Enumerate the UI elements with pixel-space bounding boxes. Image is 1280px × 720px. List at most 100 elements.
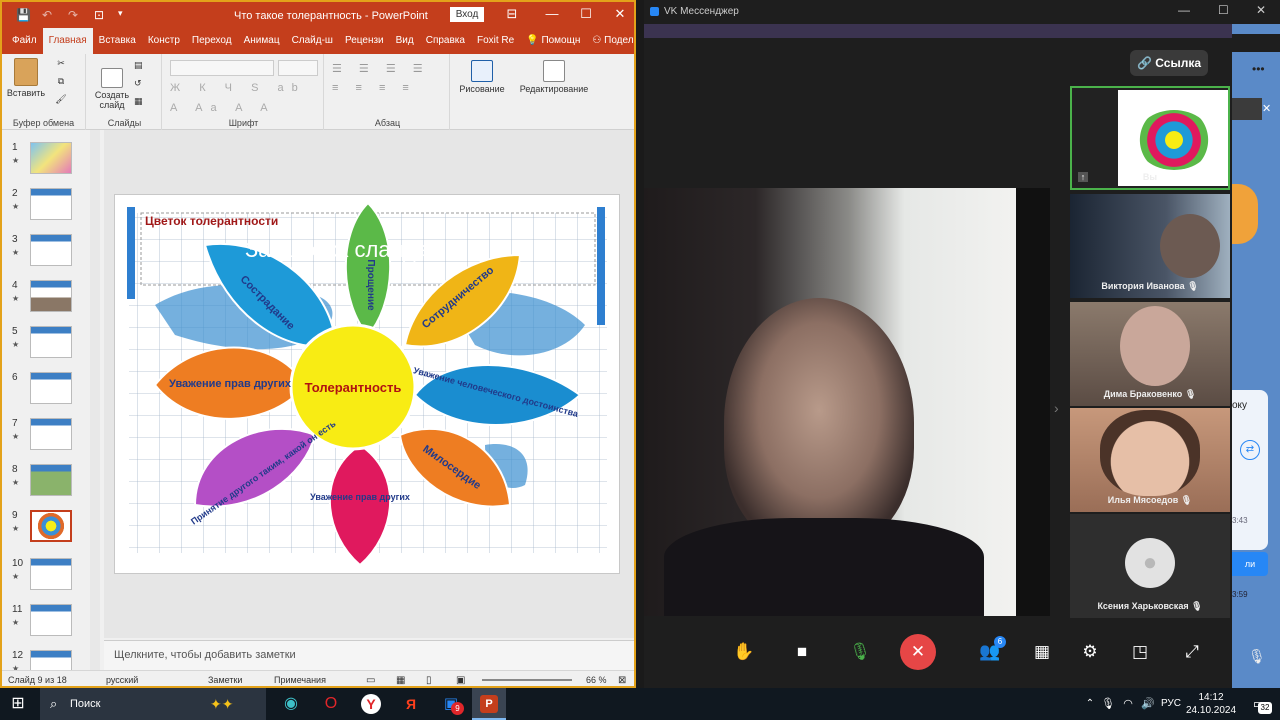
show-hidden-icons[interactable]: ⌃	[1080, 688, 1100, 720]
slideshow-view-icon[interactable]: ▣	[456, 675, 465, 686]
editing-button[interactable]: Редактирование	[514, 60, 594, 94]
normal-view-icon[interactable]: ▭	[366, 675, 375, 686]
tab-animations[interactable]: Анимац	[238, 28, 286, 54]
windows-start-icon[interactable]: ⊞	[0, 688, 36, 720]
microphone-button[interactable]: 🎙	[842, 634, 878, 670]
menu-dots-icon[interactable]: •••	[1252, 62, 1265, 76]
new-slide-button[interactable]: Создать слайд	[92, 58, 132, 120]
thumb-slide-10[interactable]: 10 ★	[2, 558, 102, 598]
section-icon[interactable]: ▦	[134, 96, 143, 107]
fullscreen-icon[interactable]: ⤢	[1174, 634, 1210, 670]
share-button[interactable]: ⚇ Поделиться	[586, 28, 634, 54]
thumbnail-scrollbar[interactable]	[90, 130, 100, 670]
thumb-slide-11[interactable]: 11 ★	[2, 604, 102, 644]
thumb-slide-4[interactable]: 4 ★	[2, 280, 102, 320]
tab-transitions[interactable]: Переход	[186, 28, 238, 54]
participant-tile[interactable]: Илья Мясоедов 🎙	[1070, 408, 1230, 512]
cut-icon[interactable]: ✂	[54, 58, 68, 69]
raise-hand-button[interactable]: ✋	[726, 634, 762, 670]
share-icon[interactable]: ⇄	[1240, 440, 1260, 460]
input-language[interactable]: РУС	[1158, 688, 1184, 720]
thumb-slide-6[interactable]: 6	[2, 372, 102, 412]
zoom-slider[interactable]	[482, 679, 572, 681]
volume-icon[interactable]: 🔊	[1138, 688, 1158, 720]
thumb-slide-3[interactable]: 3 ★	[2, 234, 102, 274]
redo-icon[interactable]: ↷	[68, 8, 78, 22]
voice-message-icon[interactable]: 🎙	[1248, 648, 1266, 665]
maximize-icon[interactable]: ☐	[576, 6, 596, 22]
yandex-icon[interactable]: Я	[396, 688, 426, 720]
thumb-slide-12[interactable]: 12 ★	[2, 650, 102, 670]
powerpoint-taskbar-icon[interactable]: P	[472, 688, 506, 720]
end-call-button[interactable]: ✕	[900, 634, 936, 670]
microphone-tray-icon[interactable]: 🎙	[1100, 688, 1116, 720]
fit-slide-icon[interactable]: ⊠	[618, 675, 626, 686]
chat-search-box[interactable]	[1232, 98, 1262, 120]
thumb-slide-1[interactable]: 1 ★	[2, 142, 102, 182]
zoom-level[interactable]: 66 %	[586, 675, 607, 685]
grid-layout-icon[interactable]: ▦	[1024, 634, 1060, 670]
tab-review[interactable]: Рецензи	[339, 28, 390, 54]
close-icon[interactable]: ✕	[1256, 3, 1266, 17]
comments-toggle[interactable]: Примечания	[274, 675, 326, 685]
undo-icon[interactable]: ↶	[42, 8, 52, 22]
notes-toggle[interactable]: Заметки	[208, 675, 242, 685]
tab-help[interactable]: Справка	[420, 28, 471, 54]
minimize-icon[interactable]: —	[1178, 3, 1190, 17]
tab-view[interactable]: Вид	[390, 28, 420, 54]
format-painter-icon[interactable]: 🖌	[54, 94, 68, 105]
vk-messenger-taskbar-icon[interactable]: ▣ 9	[436, 688, 466, 720]
chat-button-peek[interactable]: ли	[1232, 552, 1268, 576]
customize-qat-icon[interactable]: ▾	[118, 8, 123, 19]
thumb-slide-5[interactable]: 5 ★	[2, 326, 102, 366]
thumb-slide-7[interactable]: 7 ★	[2, 418, 102, 458]
thumb-slide-9[interactable]: 9 ★	[2, 510, 102, 550]
font-name-select[interactable]	[170, 60, 274, 76]
chevron-right-icon[interactable]: ›	[1054, 400, 1059, 416]
signin-button[interactable]: Вход	[450, 7, 484, 22]
clock[interactable]: 14:12 24.10.2024	[1186, 688, 1236, 720]
tab-file[interactable]: Файл	[6, 28, 43, 54]
close-icon[interactable]: ✕	[610, 6, 630, 22]
slide[interactable]: Цветок толерантности Заголовок слайда То…	[114, 194, 620, 574]
tab-assistant[interactable]: 💡 Помощн	[520, 28, 586, 54]
pip-icon[interactable]: ◳	[1122, 634, 1158, 670]
participant-tile[interactable]: Виктория Иванова 🎙	[1070, 194, 1230, 298]
participants-button[interactable]: 👥 6	[972, 634, 1008, 670]
taskbar-search-box[interactable]: ⌕ Поиск ✦✦	[40, 688, 266, 720]
thumb-slide-2[interactable]: 2 ★	[2, 188, 102, 228]
thumb-slide-8[interactable]: 8 ★	[2, 464, 102, 504]
font-size-select[interactable]	[278, 60, 318, 76]
notifications-icon[interactable]: ▭32	[1246, 688, 1272, 720]
tab-insert[interactable]: Вставка	[93, 28, 142, 54]
list-icons[interactable]: ☰ ☰ ☰ ☰	[332, 62, 430, 75]
participant-tile[interactable]: ● Ксения Харьковская 🎙	[1070, 514, 1230, 618]
yandex-browser-icon[interactable]: Y	[356, 688, 386, 720]
font-color-icons[interactable]: A Aa A A	[170, 102, 276, 114]
reset-icon[interactable]: ↺	[134, 78, 142, 89]
save-icon[interactable]: 💾	[16, 8, 31, 22]
tab-home[interactable]: Главная	[42, 28, 93, 54]
tab-design[interactable]: Констр	[142, 28, 186, 54]
edge-icon[interactable]: ◉	[276, 688, 306, 720]
copy-icon[interactable]: ⧉	[54, 76, 68, 87]
notes-pane[interactable]: Щелкните, чтобы добавить заметки	[104, 640, 634, 670]
participant-tile[interactable]: Дима Браковенко 🎙	[1070, 302, 1230, 406]
font-format-icons[interactable]: Ж К Ч S ab	[170, 82, 306, 94]
language-indicator[interactable]: русский	[106, 675, 138, 685]
reading-view-icon[interactable]: ▯	[426, 675, 432, 686]
maximize-icon[interactable]: ☐	[1218, 3, 1229, 17]
paste-button[interactable]: Вставить	[6, 58, 46, 98]
camera-button[interactable]: ■	[784, 634, 820, 670]
start-presentation-icon[interactable]: ⊡	[94, 8, 104, 22]
settings-icon[interactable]: ⚙	[1072, 634, 1108, 670]
self-tile[interactable]: ↑ Вы	[1070, 86, 1230, 190]
main-video[interactable]	[644, 188, 1016, 616]
layout-icon[interactable]: ▤	[134, 60, 143, 71]
close-icon[interactable]: ✕	[1262, 102, 1271, 115]
sorter-view-icon[interactable]: ▦	[396, 675, 405, 686]
drawing-button[interactable]: Рисование	[456, 60, 508, 94]
opera-icon[interactable]: O	[316, 688, 346, 720]
align-icons[interactable]: ≡ ≡ ≡ ≡	[332, 82, 416, 94]
wifi-icon[interactable]: ◠	[1118, 688, 1138, 720]
